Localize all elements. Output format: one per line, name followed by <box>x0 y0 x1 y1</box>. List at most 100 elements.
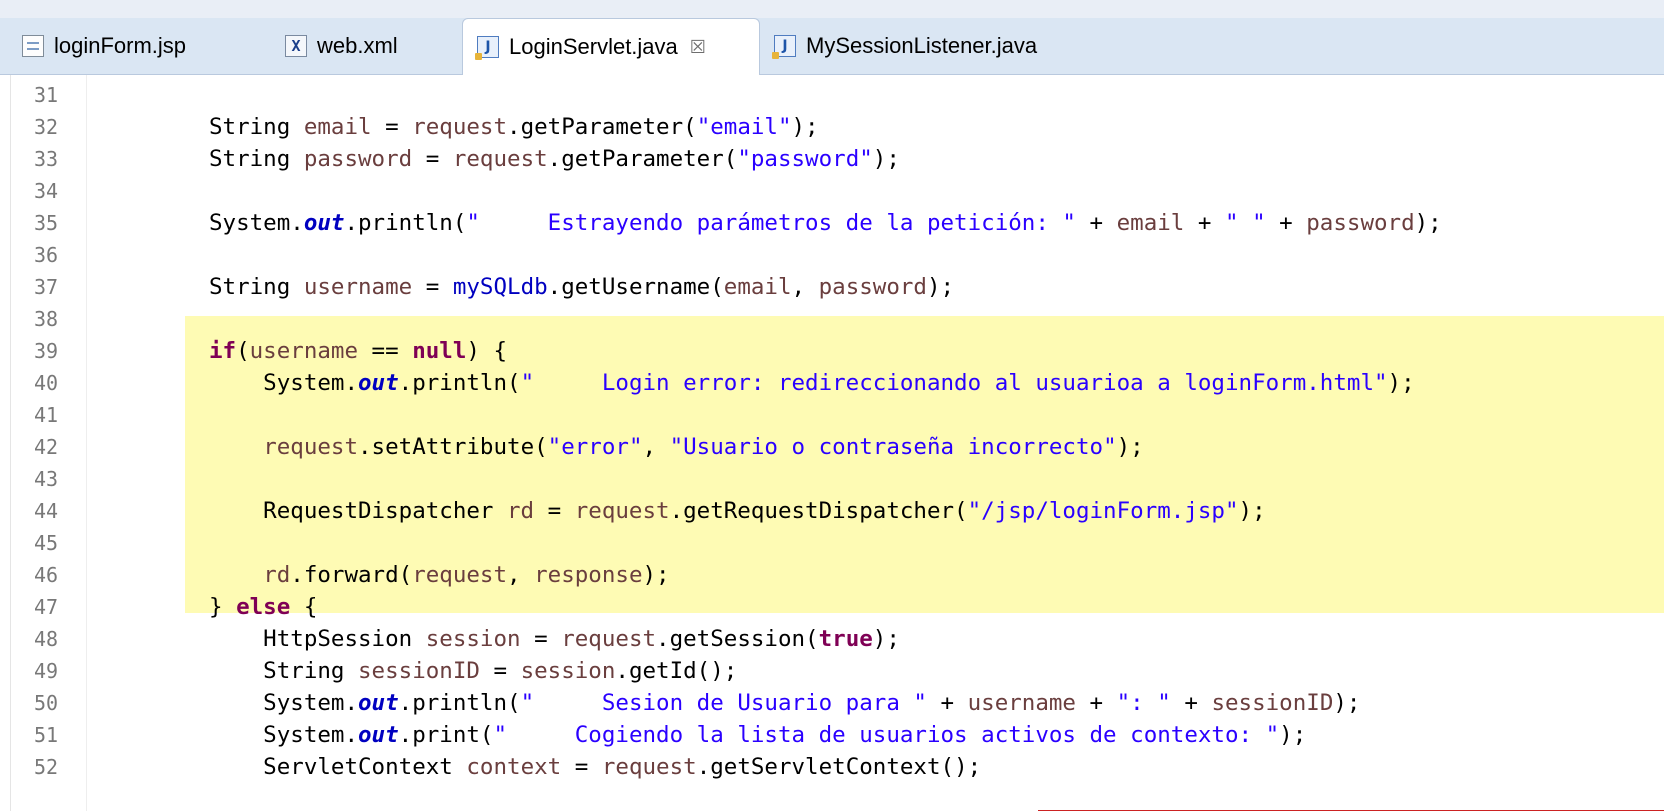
line-number: 38 <box>34 307 59 331</box>
code-token: context <box>466 754 562 780</box>
line-number: 32 <box>34 115 59 139</box>
tab-loginservlet-java[interactable]: J LoginServlet.java ☒ <box>462 18 760 75</box>
code-token: .getParameter( <box>547 146 738 172</box>
line-number: 33 <box>34 147 59 171</box>
code-line[interactable]: 36 <box>0 239 1664 271</box>
code-token: , <box>507 562 535 588</box>
code-token: rd <box>507 498 535 524</box>
code-token: ) { <box>466 338 508 364</box>
code-token: HttpSession <box>209 626 426 652</box>
code-text: ServletContext context = request.getServ… <box>209 751 981 783</box>
code-text: rd.forward(request, response); <box>209 559 669 591</box>
code-token: String <box>209 658 359 684</box>
code-token: " Estrayendo parámetros de la petición: … <box>466 210 1076 236</box>
code-token: mySQLdb <box>452 274 548 300</box>
code-token: "password" <box>737 146 873 172</box>
tab-web-xml[interactable]: X web.xml <box>285 18 398 74</box>
code-token: ); <box>1116 434 1144 460</box>
code-line[interactable]: 38 <box>0 303 1664 335</box>
code-token: , <box>642 434 670 460</box>
close-icon[interactable]: ☒ <box>690 37 706 58</box>
line-number: 41 <box>34 403 59 427</box>
code-line[interactable]: 33 String password = request.getParameter… <box>0 143 1664 175</box>
code-token: .getRequestDispatcher( <box>669 498 968 524</box>
code-line[interactable]: 34 <box>0 175 1664 207</box>
code-text: } else { <box>209 591 317 623</box>
code-token: .print( <box>398 722 494 748</box>
code-token: .println( <box>398 690 521 716</box>
code-line[interactable]: 42 request.setAttribute("error", "Usuari… <box>0 431 1664 463</box>
code-token: ServletContext <box>209 754 467 780</box>
code-line[interactable]: 40 System.out.println(" Login error: red… <box>0 367 1664 399</box>
code-token: ); <box>791 114 819 140</box>
code-token: ); <box>872 146 900 172</box>
code-line[interactable]: 46 rd.forward(request, response); <box>0 559 1664 591</box>
tab-mysessionlistener-java[interactable]: J MySessionListener.java <box>772 18 1038 74</box>
code-token: String <box>209 114 304 140</box>
window-top-strip <box>0 0 1664 19</box>
code-token: System. <box>209 722 359 748</box>
code-token: "Usuario o contraseña incorrecto" <box>669 434 1117 460</box>
code-token: null <box>412 338 467 364</box>
code-token: request <box>561 626 657 652</box>
code-line[interactable]: 32 String email = request.getParameter("e… <box>0 111 1664 143</box>
code-token: rd <box>263 562 291 588</box>
code-text: if(username == null) { <box>209 335 507 367</box>
code-text: HttpSession session = request.getSession… <box>209 623 900 655</box>
code-token: String <box>209 146 304 172</box>
code-line[interactable]: 48 HttpSession session = request.getSess… <box>0 623 1664 655</box>
code-token: response <box>534 562 643 588</box>
code-token: .forward( <box>290 562 413 588</box>
tab-label: MySessionListener.java <box>806 33 1038 58</box>
code-token: " Login error: redireccionando al usuari… <box>520 370 1388 396</box>
code-token: ); <box>1414 210 1442 236</box>
code-text: String username = mySQLdb.getUsername(em… <box>209 271 954 303</box>
xml-file-icon: X <box>285 35 307 57</box>
code-text: System.out.println(" Sesion de Usuario p… <box>209 687 1360 719</box>
code-line[interactable]: 51 System.out.print(" Cogiendo la lista … <box>0 719 1664 751</box>
code-line[interactable]: 35 System.out.println(" Estrayendo paráme… <box>0 207 1664 239</box>
code-line[interactable]: 47} else { <box>0 591 1664 623</box>
code-token: + <box>1170 690 1212 716</box>
code-token: System. <box>209 210 304 236</box>
code-line[interactable]: 52 ServletContext context = request.getS… <box>0 751 1664 783</box>
code-editor[interactable]: 31 32 String email = request.getParameter(… <box>0 75 1664 811</box>
code-line[interactable]: 45 <box>0 527 1664 559</box>
tab-label: web.xml <box>317 33 398 58</box>
code-line[interactable]: 50 System.out.println(" Sesion de Usuari… <box>0 687 1664 719</box>
code-token: .getServletContext(); <box>696 754 982 780</box>
code-token: password <box>1306 210 1415 236</box>
code-token: = <box>561 754 602 780</box>
code-line[interactable]: 49 String sessionID = session.getId(); <box>0 655 1664 687</box>
code-text: String password = request.getParameter("… <box>209 143 900 175</box>
line-number: 45 <box>34 531 59 555</box>
code-token: out <box>303 210 345 236</box>
code-token: String <box>209 274 304 300</box>
code-token: session <box>425 626 521 652</box>
tab-loginform-jsp[interactable]: loginForm.jsp <box>22 18 186 74</box>
code-token: = <box>534 498 575 524</box>
code-token: == <box>358 338 413 364</box>
code-token: ); <box>1279 722 1307 748</box>
code-line[interactable]: 44 RequestDispatcher rd = request.getReq… <box>0 495 1664 527</box>
code-token: " Cogiendo la lista de usuarios activos … <box>493 722 1280 748</box>
code-token: ": " <box>1116 690 1171 716</box>
code-token: = <box>520 626 562 652</box>
line-number: 51 <box>34 723 59 747</box>
java-file-icon: J <box>475 36 499 60</box>
code-line[interactable]: 39 if(username == null) { <box>0 335 1664 367</box>
code-token: .println( <box>398 370 521 396</box>
code-text: System.out.println(" Login error: redire… <box>209 367 1414 399</box>
code-line[interactable]: 37 String username = mySQLdb.getUsername(… <box>0 271 1664 303</box>
code-token: session <box>520 658 616 684</box>
code-line[interactable]: 31 <box>0 79 1664 111</box>
tab-label: loginForm.jsp <box>54 33 187 58</box>
code-token: = <box>479 658 521 684</box>
code-token: request <box>601 754 697 780</box>
code-line[interactable]: 43 <box>0 463 1664 495</box>
code-text: RequestDispatcher rd = request.getReques… <box>209 495 1265 527</box>
code-token: username <box>967 690 1076 716</box>
code-token: .setAttribute( <box>358 434 548 460</box>
code-line[interactable]: 41 <box>0 399 1664 431</box>
